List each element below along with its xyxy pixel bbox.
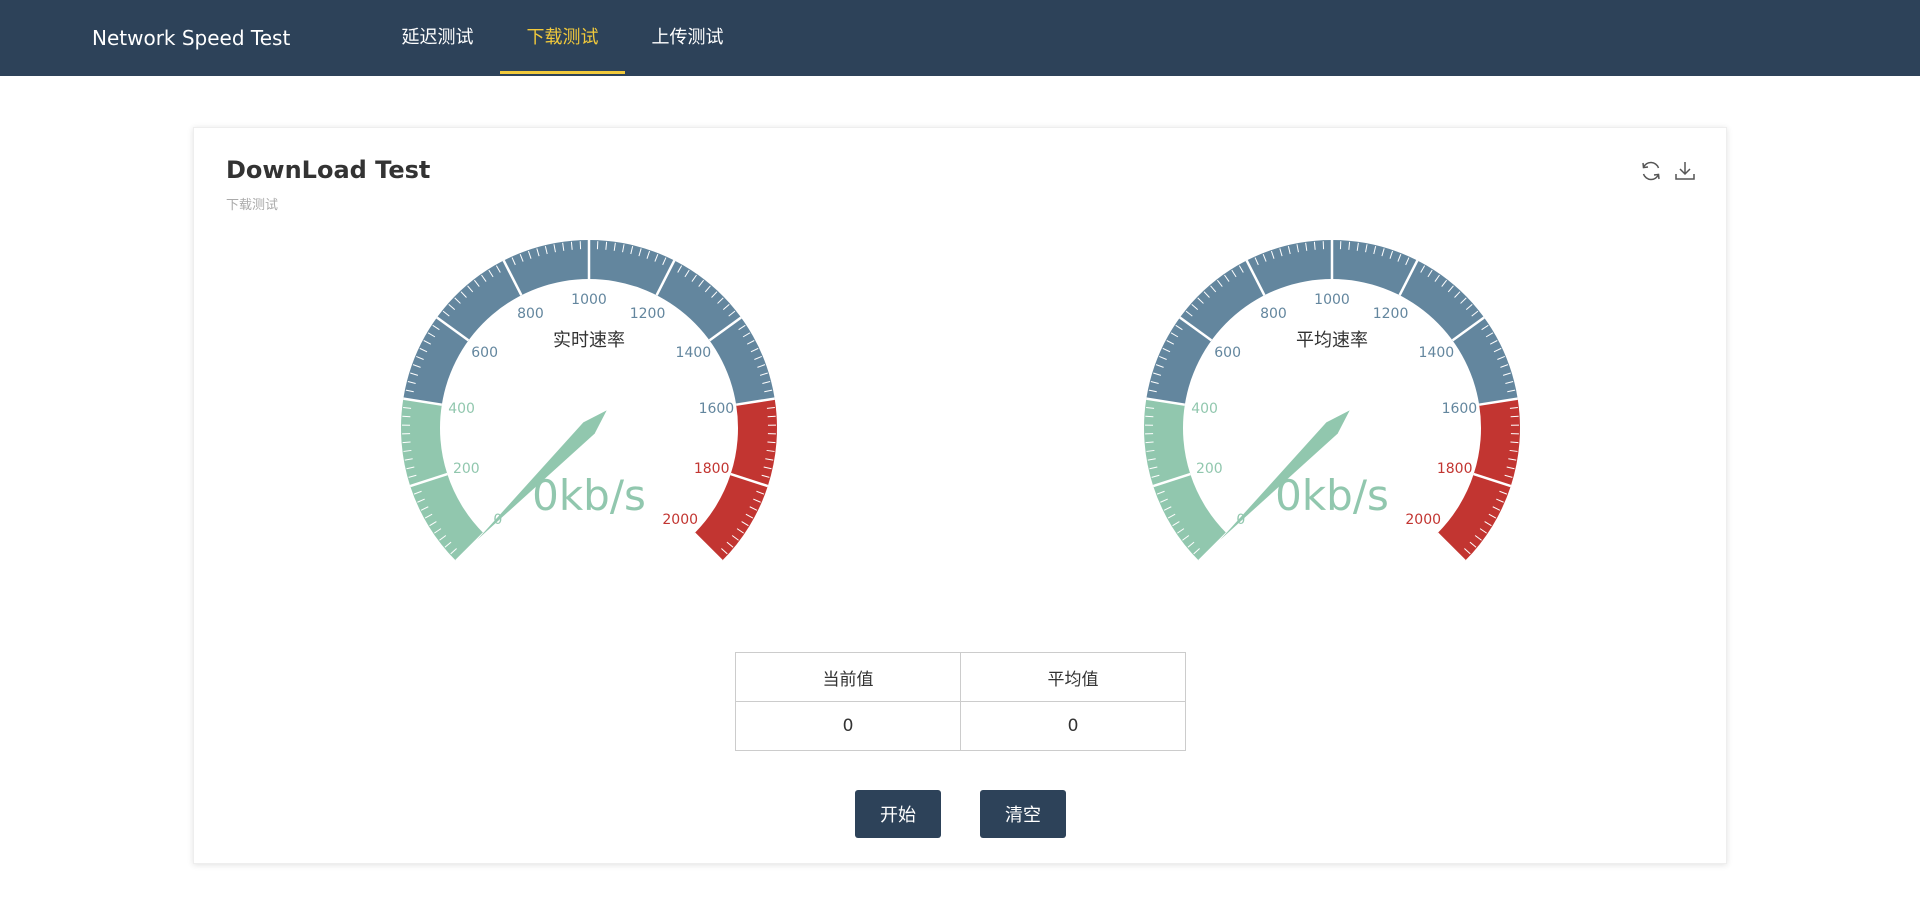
gauge-band: [401, 398, 484, 561]
gauge-minor-tick: [402, 415, 411, 418]
gauge-tick-label: 1200: [630, 306, 666, 322]
gauge-minor-tick: [767, 415, 776, 418]
gauge-minor-tick: [1145, 441, 1154, 444]
gauge-tick-label: 1600: [1442, 401, 1478, 417]
gauge-tick-label: 800: [1260, 306, 1287, 322]
app-title: Network Speed Test: [92, 26, 291, 50]
tab-upload-test[interactable]: 上传测试: [625, 0, 750, 76]
gauge-tick-label: 1200: [1373, 306, 1409, 322]
gauge-tick-label: 200: [1196, 461, 1223, 477]
gauge-tick-label: 200: [453, 461, 480, 477]
gauge-tick-label: 1400: [1419, 345, 1455, 361]
gauge-tick-label: 1400: [676, 345, 712, 361]
start-button[interactable]: 开始: [855, 790, 941, 838]
gauge-tick-label: 600: [471, 345, 498, 361]
speed-stats-table: 当前值 平均值 0 0: [735, 652, 1186, 751]
gauge-title: 平均速率: [1296, 330, 1368, 351]
gauge-title: 实时速率: [553, 330, 625, 351]
realtime-speed-gauge: 0200400600800100012001400160018002000实时速…: [401, 240, 777, 562]
top-navbar: Network Speed Test 延迟测试 下载测试 上传测试: [0, 0, 1920, 76]
gauge-tick-label: 1800: [1437, 461, 1473, 477]
card-title: DownLoad Test: [226, 156, 431, 184]
gauge-tick-label: 1600: [699, 401, 735, 417]
gauge-band: [694, 398, 777, 561]
table-header-row: 当前值 平均值: [735, 652, 1186, 702]
gauge-tick-label: 800: [517, 306, 544, 322]
gauge-minor-tick: [1510, 415, 1519, 418]
gauge-band: [1144, 398, 1227, 561]
tab-download-test[interactable]: 下载测试: [500, 0, 625, 76]
average-value-cell: 0: [960, 701, 1186, 751]
current-value-header: 当前值: [735, 652, 961, 702]
current-value-cell: 0: [735, 701, 961, 751]
gauge-tick-label: 1000: [1314, 292, 1350, 308]
average-speed-gauge: 0200400600800100012001400160018002000平均速…: [1144, 240, 1520, 562]
gauge-minor-tick: [1510, 441, 1519, 444]
gauge-tick-label: 2000: [1405, 512, 1441, 528]
gauge-tick-label: 600: [1214, 345, 1241, 361]
gauge-minor-tick: [402, 441, 411, 444]
gauge-value: 0kb/s: [532, 471, 646, 520]
gauge-value: 0kb/s: [1275, 471, 1389, 520]
average-value-header: 平均值: [960, 652, 1186, 702]
gauge-tick-label: 1000: [571, 292, 607, 308]
clear-button[interactable]: 清空: [980, 790, 1066, 838]
gauge-tick-label: 2000: [662, 512, 698, 528]
download-icon[interactable]: [1672, 158, 1698, 184]
gauge-tick-label: 400: [1191, 401, 1218, 417]
download-test-card: DownLoad Test 下载测试 0 200 400 600 800 1000 1200…: [193, 127, 1727, 864]
refresh-icon[interactable]: [1638, 158, 1664, 184]
gauge-tick-label: 400: [448, 401, 475, 417]
gauge-tick-label: 1800: [694, 461, 730, 477]
gauge-minor-tick: [767, 441, 776, 444]
gauge-band: [1437, 398, 1520, 561]
tab-latency-test[interactable]: 延迟测试: [375, 0, 500, 76]
table-row: 0 0: [735, 701, 1186, 751]
card-subtitle: 下载测试: [226, 198, 279, 213]
gauge-minor-tick: [1145, 415, 1154, 418]
